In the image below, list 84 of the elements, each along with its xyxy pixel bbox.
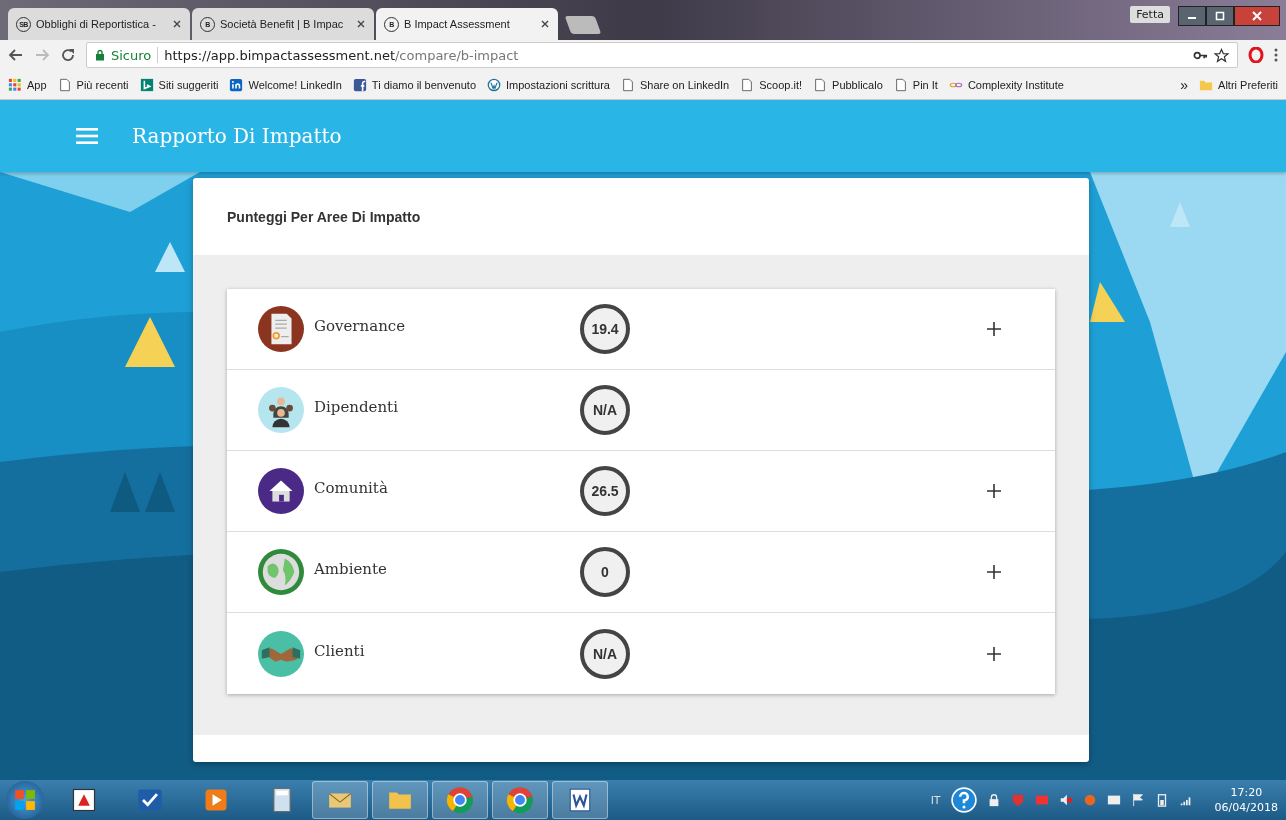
area-name: Ambiente: [314, 560, 388, 578]
score-badge: 26.5: [580, 466, 630, 516]
score-badge: N/A: [580, 628, 630, 679]
page-icon: [740, 77, 755, 92]
impact-area-row[interactable]: Dipendenti N/A: [227, 370, 1055, 451]
area-name: Comunità: [314, 479, 389, 497]
address-field[interactable]: Sicuro https://app.bimpactassessment.net/compare/b-impact: [86, 42, 1238, 68]
expand-plus-icon[interactable]: [987, 646, 1001, 661]
profile-button[interactable]: Fetta: [1130, 6, 1170, 23]
lock-icon: [95, 49, 105, 61]
tree-icon: [110, 472, 140, 512]
bookmark-item[interactable]: App: [8, 77, 47, 92]
linkedin-icon: [229, 77, 244, 92]
more-bookmarks-button[interactable]: »: [1180, 76, 1189, 93]
bookmark-item[interactable]: Impostazioni scrittura: [487, 77, 610, 92]
page-icon: [57, 77, 72, 92]
url-text: https://app.bimpactassessment.net/compare/b-impact: [164, 47, 519, 63]
expand-plus-icon[interactable]: [987, 322, 1001, 336]
new-tab-button[interactable]: [564, 16, 602, 34]
tree-icon: [145, 472, 175, 512]
expand-plus-icon[interactable]: [987, 565, 1001, 579]
chrome-icon: [506, 786, 534, 814]
flag-icon[interactable]: [1130, 793, 1145, 807]
facebook-icon: [352, 77, 367, 92]
score-badge: N/A: [580, 385, 630, 435]
close-icon: [1252, 11, 1262, 21]
impact-area-row[interactable]: Clienti N/A: [227, 613, 1055, 694]
star-icon[interactable]: [1214, 47, 1229, 63]
chrome-icon: [446, 786, 474, 814]
page-icon: [813, 77, 828, 92]
windows-logo-icon: [14, 789, 36, 811]
bookmark-item[interactable]: Siti suggeriti: [139, 77, 219, 92]
bookmark-item[interactable]: Scoop.it!: [740, 77, 803, 92]
page-icon: [620, 77, 635, 92]
clock-time[interactable]: 17:20: [1230, 785, 1263, 800]
bookmark-item[interactable]: Più recenti: [57, 77, 129, 92]
help-icon[interactable]: [950, 787, 977, 813]
bookmark-item[interactable]: Ti diamo il benvenuto: [352, 77, 476, 92]
tree-icon: [1170, 202, 1190, 227]
impact-area-row[interactable]: Comunità 26.5: [227, 451, 1055, 532]
document-w-icon: [567, 787, 593, 813]
bookmark-item[interactable]: Welcome! LinkedIn: [229, 77, 342, 92]
muted-speaker-icon[interactable]: [1058, 793, 1073, 807]
message-icon[interactable]: [1106, 793, 1121, 807]
taskbar-button[interactable]: [552, 781, 608, 819]
page-icon: [893, 77, 908, 92]
clock-date[interactable]: 06/04/2018: [1214, 800, 1278, 815]
bookmark-item[interactable]: Pubblicalo: [813, 77, 883, 92]
area-name: Governance: [314, 317, 407, 335]
bookmark-item[interactable]: Pin It: [893, 77, 938, 92]
area-name: Dipendenti: [314, 398, 399, 416]
reload-icon[interactable]: [60, 47, 76, 63]
language-indicator[interactable]: IT: [930, 793, 941, 807]
taskbar-button[interactable]: [492, 781, 548, 819]
bookmark-item[interactable]: Complexity Institute: [948, 77, 1064, 92]
letter-b-icon: [139, 77, 154, 92]
maximize-icon: [1215, 11, 1225, 21]
other-bookmarks-folder[interactable]: Altri Preferiti: [1199, 77, 1278, 92]
score-badge: 19.4: [580, 304, 630, 354]
more-menu-icon[interactable]: [1274, 47, 1278, 63]
card-title: Punteggi Per Aree Di Impatto: [227, 208, 421, 225]
expand-plus-icon[interactable]: [987, 484, 1001, 498]
close-button[interactable]: [1234, 6, 1280, 26]
bookmark-item[interactable]: Share on LinkedIn: [620, 77, 730, 92]
start-button[interactable]: [6, 781, 44, 819]
close-icon[interactable]: [540, 19, 550, 29]
impact-area-row[interactable]: Governance 19.4: [227, 289, 1055, 370]
maximize-button[interactable]: [1206, 6, 1234, 26]
score-badge: 0: [580, 547, 630, 597]
app-title: Rapporto Di Impatto: [132, 124, 342, 148]
close-icon[interactable]: [172, 19, 182, 29]
impact-area-row[interactable]: Ambiente 0: [227, 532, 1055, 613]
taskbar-button[interactable]: [432, 781, 488, 819]
area-name: Clienti: [314, 641, 366, 660]
security-label: Sicuro: [111, 47, 152, 63]
wordpress-icon: [487, 77, 501, 92]
grid-icon: [8, 77, 22, 92]
back-arrow-icon[interactable]: [8, 47, 24, 63]
minimize-button[interactable]: [1178, 6, 1206, 26]
opera-icon[interactable]: [1248, 47, 1264, 63]
paint-icon[interactable]: [70, 786, 98, 814]
tree-icon: [155, 242, 185, 272]
close-icon[interactable]: [356, 19, 366, 29]
tent-icon: [125, 317, 175, 367]
